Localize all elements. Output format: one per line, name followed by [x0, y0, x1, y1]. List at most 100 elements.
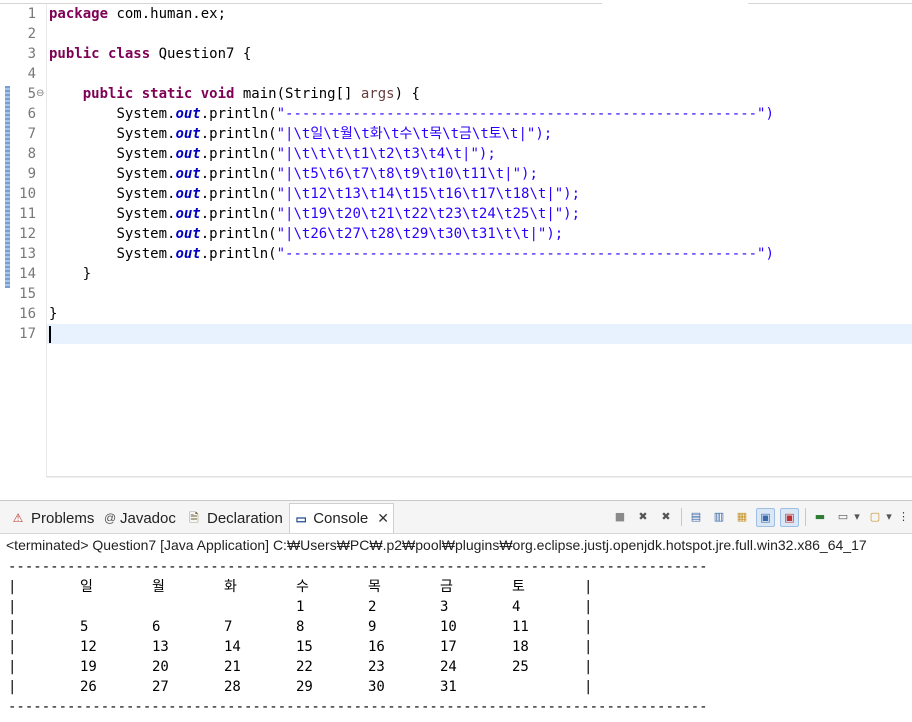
code-line-8: System.out.println("|\t\t\t\t1\t2\t3\t4\… [116, 146, 496, 162]
line-number: 2 [27, 26, 36, 42]
console-calendar-row: | 19 20 21 22 23 24 25 | [8, 657, 608, 677]
tab-label: Declaration [207, 509, 283, 527]
console-calendar-cell: 16 [368, 639, 385, 655]
console-calendar-cell: 23 [368, 659, 385, 675]
java-editor[interactable]: 1 2 3 4 5 ⊖ 6 7 8 9 10 11 12 13 14 15 16… [0, 0, 912, 478]
line-number: 10 [19, 186, 36, 202]
view-menu-icon[interactable]: ⋮ [898, 508, 909, 526]
console-calendar-cell: 금 [440, 579, 453, 595]
line-number: 14 [19, 266, 36, 282]
chevron-down-icon[interactable]: ▾ [885, 508, 893, 526]
console-calendar-cell: 수 [296, 579, 309, 595]
console-calendar-cell: 17 [440, 639, 457, 655]
open-console-icon[interactable]: ▢ [866, 508, 884, 526]
console-calendar-cell: 월 [152, 579, 165, 595]
code-line-1: package com.human.ex; [49, 6, 227, 22]
code-text-area[interactable]: package com.human.ex; public class Quest… [46, 4, 912, 478]
console-calendar-cell: 목 [368, 579, 381, 595]
console-calendar-cell: 24 [440, 659, 457, 675]
console-calendar-cell: 4 [512, 599, 521, 615]
line-number: 5 [27, 86, 36, 102]
console-border-bar: | [584, 579, 593, 595]
show-on-stdout-icon[interactable]: ▣ [756, 507, 775, 527]
console-output[interactable]: ----------------------------------------… [0, 557, 912, 722]
console-status-line: <terminated> Question7 [Java Application… [6, 537, 867, 553]
code-line-9: System.out.println("|\t5\t6\t7\t8\t9\t10… [116, 166, 538, 182]
console-calendar-cell: 22 [296, 659, 313, 675]
console-calendar-cell: 15 [296, 639, 313, 655]
bottom-views-panel: ⚠ Problems @ Javadoc 🗎 Declaration ▭ Con… [0, 500, 912, 722]
tab-label: Javadoc [120, 509, 176, 527]
show-on-stderr-icon[interactable]: ▣ [780, 507, 799, 527]
terminate-icon[interactable]: ■ [611, 508, 629, 526]
console-calendar-cell: 화 [224, 579, 237, 595]
close-console-tab-icon[interactable]: ✕ [377, 510, 389, 527]
code-line-5: public static void main(String[] args) { [82, 86, 420, 102]
remove-launch-icon[interactable]: ✖ [634, 508, 652, 526]
text-caret [49, 326, 51, 343]
line-number: 6 [27, 106, 36, 122]
console-calendar-cell: 토 [512, 579, 525, 595]
console-calendar-cell: 26 [80, 679, 97, 695]
problems-icon: ⚠ [12, 511, 24, 525]
console-calendar-cell: 21 [224, 659, 241, 675]
code-line-7: System.out.println("|\t일\t월\t화\t수\t목\t금\… [116, 126, 553, 142]
console-border-bar: | [584, 679, 593, 695]
remove-all-terminated-icon[interactable]: ✖ [657, 508, 675, 526]
line-number: 13 [19, 246, 36, 262]
console-calendar-row: | 26 27 28 29 30 31 | [8, 677, 608, 697]
code-line-11: System.out.println("|\t19\t20\t21\t22\t2… [116, 206, 581, 222]
tab-label: Problems [31, 509, 95, 527]
console-calendar-cell: 18 [512, 639, 529, 655]
line-number: 4 [27, 66, 36, 82]
scroll-lock-icon[interactable]: ▥ [710, 508, 728, 526]
toolbar-separator [805, 508, 806, 526]
console-border-bar: | [8, 619, 17, 635]
console-separator-bottom: ----------------------------------------… [8, 699, 708, 715]
line-number: 17 [19, 326, 36, 342]
console-calendar-cell: 27 [152, 679, 169, 695]
tab-console[interactable]: ▭ Console ✕ [289, 503, 394, 533]
line-number: 3 [27, 46, 36, 62]
pin-console-icon[interactable]: ▬ [811, 508, 829, 526]
fold-collapse-icon[interactable]: ⊖ [36, 84, 44, 104]
console-separator-top: ----------------------------------------… [8, 559, 708, 575]
console-calendar-cell: 29 [296, 679, 313, 695]
tab-problems[interactable]: ⚠ Problems [6, 504, 98, 532]
console-calendar-cell: 6 [152, 619, 161, 635]
console-calendar-cell: 7 [224, 619, 233, 635]
line-number: 15 [19, 286, 36, 302]
display-selected-console-icon[interactable]: ▭ [834, 508, 852, 526]
clear-console-icon[interactable]: ▤ [687, 508, 705, 526]
tab-label: Console [313, 510, 369, 527]
console-border-bar: | [8, 599, 17, 615]
chevron-down-icon[interactable]: ▾ [853, 508, 861, 526]
overview-ruler [0, 4, 10, 478]
word-wrap-icon[interactable]: ▦ [733, 508, 751, 526]
line-number: 11 [19, 206, 36, 222]
console-border-bar: | [584, 659, 593, 675]
code-line-12: System.out.println("|\t26\t27\t28\t29\t3… [116, 226, 564, 242]
tab-javadoc[interactable]: @ Javadoc [100, 504, 180, 532]
console-calendar-cell: 11 [512, 619, 529, 635]
editor-horizontal-scrollbar[interactable]: < > [46, 476, 912, 478]
line-number: 9 [27, 166, 36, 182]
console-calendar-cell: 19 [80, 659, 97, 675]
console-border-bar: | [8, 639, 17, 655]
views-tab-bar: ⚠ Problems @ Javadoc 🗎 Declaration ▭ Con… [0, 501, 912, 534]
console-calendar-cell: 28 [224, 679, 241, 695]
code-line-16: } [49, 306, 58, 322]
code-line-10: System.out.println("|\t12\t13\t14\t15\t1… [116, 186, 581, 202]
console-border-bar: | [584, 639, 593, 655]
code-line-6: System.out.println("--------------------… [116, 106, 774, 122]
tab-declaration[interactable]: 🗎 Declaration [182, 504, 287, 532]
line-number: 1 [27, 6, 36, 22]
console-calendar-cell: 2 [368, 599, 377, 615]
console-border-bar: | [8, 659, 17, 675]
console-calendar-cell: 12 [80, 639, 97, 655]
console-calendar-cell: 일 [80, 579, 93, 595]
code-line-13: System.out.println("--------------------… [116, 246, 774, 262]
console-calendar-cell: 31 [440, 679, 457, 695]
console-toolbar: ■ ✖ ✖ ▤ ▥ ▦ ▣ ▣ ▬ ▭ ▾ ▢ ▾ ⋮ [606, 507, 909, 527]
line-number: 16 [19, 306, 36, 322]
